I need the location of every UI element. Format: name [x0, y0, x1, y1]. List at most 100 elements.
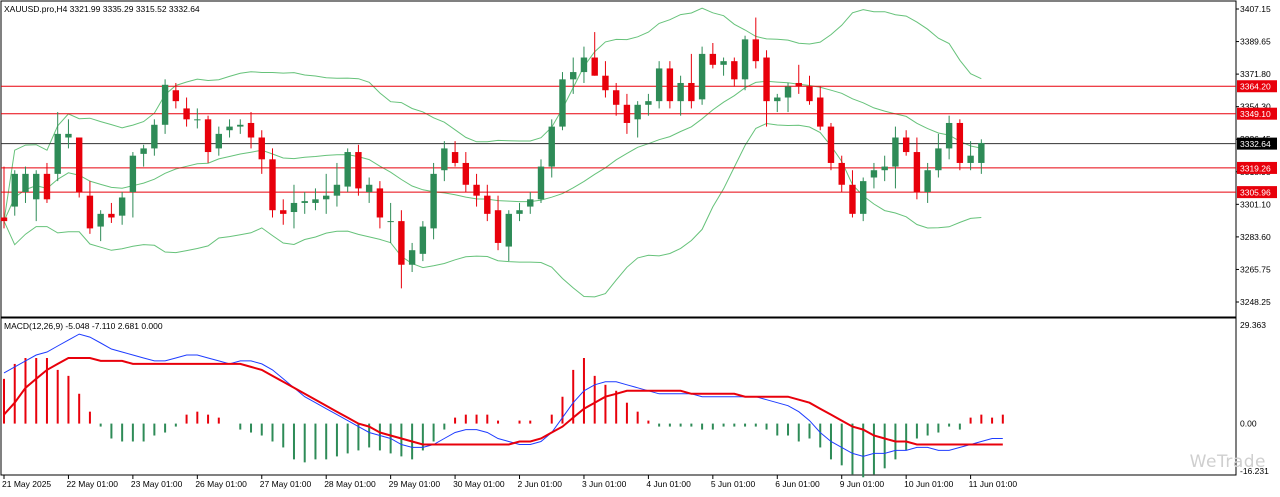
price-tick-label: 3389.65 — [1240, 37, 1271, 47]
candle-body — [752, 39, 759, 62]
candle-body — [430, 173, 437, 229]
candle-body — [312, 199, 319, 203]
candle-body — [881, 166, 888, 171]
candle-body — [398, 221, 405, 265]
macd-tick-label: 29.363 — [1240, 320, 1266, 330]
level-label: 3349.10 — [1240, 109, 1271, 119]
candle-body — [860, 181, 867, 214]
candle-body — [11, 173, 18, 207]
time-tick-label: 9 Jun 01:00 — [840, 479, 885, 489]
price-tick-label: 3301.10 — [1240, 199, 1271, 209]
candle-body — [956, 122, 964, 163]
candle-body — [194, 119, 201, 121]
candle-body — [924, 170, 931, 193]
candle-body — [54, 133, 61, 174]
candle-body — [623, 104, 631, 123]
time-tick-label: 28 May 01:00 — [324, 479, 376, 489]
candle-body — [527, 199, 534, 207]
level-label: 3364.20 — [1240, 82, 1271, 92]
candle-body — [537, 166, 545, 200]
candle-body — [817, 97, 824, 127]
candle-body — [118, 197, 126, 216]
candle-body — [226, 126, 233, 131]
candle-body — [570, 72, 577, 80]
band-upper-line — [3, 7, 982, 222]
trading-chart[interactable]: XAUUSD.pro,H4 3321.99 3335.29 3315.52 33… — [0, 0, 1280, 492]
candle-body — [108, 213, 115, 218]
candle-body — [548, 126, 555, 167]
time-tick-label: 10 Jun 01:00 — [904, 479, 953, 489]
candle-body — [709, 53, 717, 65]
candle-body — [280, 210, 287, 214]
candle-body — [698, 53, 706, 100]
candle-body — [688, 82, 695, 102]
level-label: 3305.96 — [1240, 188, 1271, 198]
candle-body — [591, 57, 598, 76]
candle-body — [43, 173, 51, 200]
candle-body — [645, 101, 652, 105]
candle-body — [978, 142, 985, 163]
candle-body — [344, 152, 351, 187]
candle-body — [763, 57, 770, 102]
candle-body — [97, 213, 104, 227]
candle-body — [935, 148, 942, 171]
candle-body — [720, 61, 727, 65]
candle-body — [580, 57, 588, 73]
symbol-header: XAUUSD.pro,H4 3321.99 3335.29 3315.52 33… — [4, 4, 200, 14]
price-tick-label: 3265.75 — [1240, 264, 1271, 274]
candle-body — [784, 86, 792, 98]
candle-body — [473, 184, 480, 196]
candle-body — [602, 75, 609, 91]
candle-body — [967, 155, 974, 163]
time-tick-label: 30 May 01:00 — [453, 479, 505, 489]
candle-body — [75, 137, 83, 193]
candle-body — [849, 184, 856, 214]
candle-body — [795, 82, 802, 87]
macd-panel-frame — [0, 317, 1237, 476]
time-tick-label: 22 May 01:00 — [66, 479, 118, 489]
time-tick-label: 26 May 01:00 — [195, 479, 247, 489]
candle-body — [172, 90, 180, 102]
candle-body — [870, 170, 878, 178]
price-tick-label: 3283.60 — [1240, 232, 1271, 242]
candle-body — [774, 97, 781, 102]
candle-body — [376, 188, 384, 218]
time-tick-label: 29 May 01:00 — [389, 479, 441, 489]
candle-body — [462, 162, 470, 185]
candle-body — [65, 133, 72, 138]
candle-body — [827, 126, 835, 163]
candle-body — [945, 122, 953, 149]
time-tick-label: 21 May 2025 — [2, 479, 51, 489]
candle-body — [258, 137, 265, 160]
candle-body — [129, 155, 137, 193]
price-tick-label: 3248.25 — [1240, 297, 1271, 307]
candle-body — [86, 195, 94, 229]
candle-body — [441, 148, 448, 171]
candle-body — [419, 226, 427, 254]
candle-body — [247, 122, 255, 138]
candle-body — [269, 159, 276, 211]
candle-body — [902, 137, 910, 153]
candle-body — [741, 39, 749, 80]
candle-body — [806, 86, 813, 102]
time-tick-label: 2 Jun 01:00 — [518, 479, 563, 489]
candle-body — [516, 210, 523, 214]
candle-body — [140, 148, 147, 154]
candle-body — [838, 162, 845, 185]
candle-body — [494, 210, 502, 243]
price-tick-label: 3371.80 — [1240, 69, 1271, 79]
candle-body — [612, 90, 620, 105]
candle-body — [161, 84, 169, 125]
time-tick-label: 11 Jun 01:00 — [969, 479, 1018, 489]
time-tick-label: 4 Jun 01:00 — [646, 479, 691, 489]
candle-body — [634, 104, 641, 120]
price-tick-label: 3407.15 — [1240, 4, 1271, 14]
candle-body — [559, 79, 566, 127]
candle-body — [301, 201, 308, 203]
candle-body — [892, 137, 899, 167]
macd-label: MACD(12,26,9) -5.048 -7.110 2.681 0.000 — [4, 321, 163, 331]
macd-tick-label: 0.00 — [1240, 419, 1257, 429]
candle-body — [677, 82, 684, 102]
current-price-label: 3332.64 — [1240, 139, 1271, 149]
candle-body — [408, 250, 416, 265]
